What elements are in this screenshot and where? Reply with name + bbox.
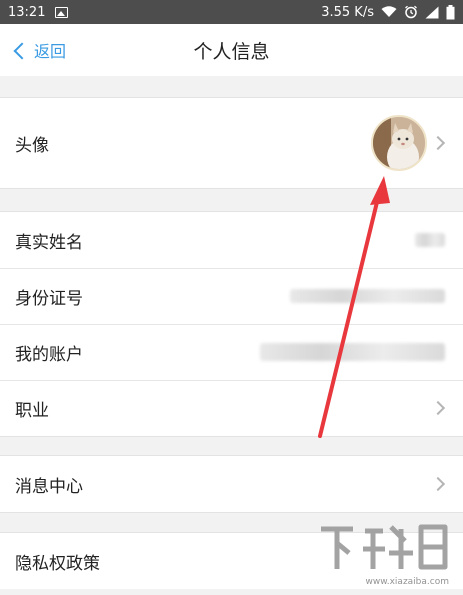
real-name-label: 真实姓名 bbox=[15, 232, 83, 253]
avatar-section: 头像 bbox=[0, 97, 463, 189]
privacy-policy-label: 隐私权政策 bbox=[15, 553, 100, 574]
id-number-value-redacted bbox=[290, 289, 445, 303]
real-name-value-redacted bbox=[415, 233, 445, 247]
job-row[interactable]: 职业 bbox=[0, 380, 463, 436]
network-speed: 3.55 K/s bbox=[321, 4, 374, 20]
avatar[interactable] bbox=[371, 115, 427, 171]
watermark-url: www.xiazaiba.com bbox=[365, 577, 449, 587]
chevron-left-icon bbox=[13, 42, 31, 59]
status-bar: 13:21 3.55 K/s bbox=[0, 0, 463, 24]
watermark-logo: www.xiazaiba.com bbox=[313, 517, 453, 587]
back-button[interactable]: 返回 bbox=[13, 24, 67, 76]
image-icon bbox=[55, 6, 69, 18]
signal-icon bbox=[425, 6, 439, 18]
id-number-label: 身份证号 bbox=[15, 288, 83, 309]
real-name-row[interactable]: 真实姓名 bbox=[0, 212, 463, 268]
wifi-icon bbox=[381, 6, 397, 17]
info-section: 真实姓名 身份证号 我的账户 职业 bbox=[0, 211, 463, 437]
back-label: 返回 bbox=[34, 42, 67, 61]
chevron-right-icon bbox=[430, 476, 446, 492]
avatar-row[interactable]: 头像 bbox=[0, 98, 463, 188]
message-center-row[interactable]: 消息中心 bbox=[0, 456, 463, 512]
alarm-icon bbox=[405, 5, 417, 19]
chevron-right-icon bbox=[430, 135, 446, 151]
battery-icon bbox=[446, 4, 455, 19]
account-row[interactable]: 我的账户 bbox=[0, 324, 463, 380]
status-time: 13:21 bbox=[8, 4, 46, 20]
job-label: 职业 bbox=[15, 400, 49, 421]
message-center-label: 消息中心 bbox=[15, 476, 83, 497]
nav-header: 返回 个人信息 bbox=[0, 24, 463, 76]
account-value-redacted bbox=[260, 343, 445, 361]
messages-section: 消息中心 bbox=[0, 455, 463, 513]
chevron-right-icon bbox=[430, 400, 446, 416]
account-label: 我的账户 bbox=[15, 344, 83, 365]
page-title: 个人信息 bbox=[193, 40, 270, 63]
id-number-row[interactable]: 身份证号 bbox=[0, 268, 463, 324]
avatar-label: 头像 bbox=[15, 135, 49, 156]
